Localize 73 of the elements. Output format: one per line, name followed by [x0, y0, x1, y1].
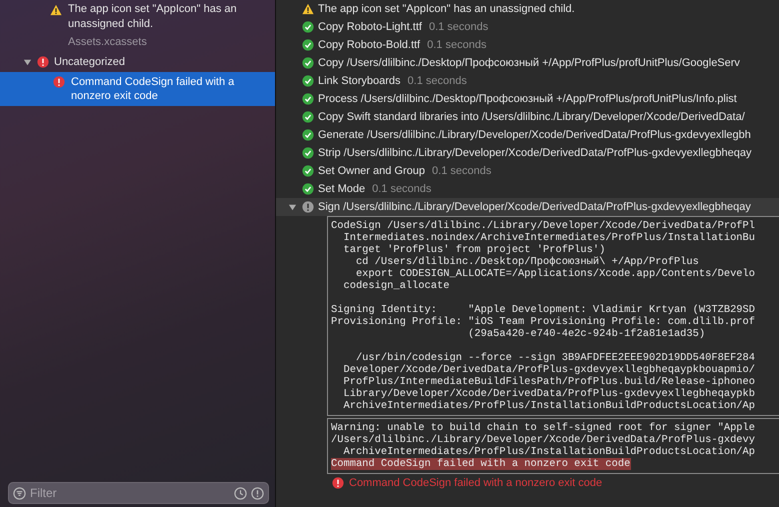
step-duration: 0.1 seconds: [408, 75, 467, 87]
expanded-triangle-icon[interactable]: [23, 58, 32, 66]
log-step[interactable]: Set Owner and Group 0.1 seconds: [276, 162, 779, 180]
error-icon: [332, 477, 344, 489]
log-line: ArchiveIntermediates/ProfPlus/InstallationBuildProductsLocation/Ap: [342, 446, 756, 458]
issue-row[interactable]: Command CodeSign failed with a nonzero exit code: [0, 72, 275, 106]
log-line: /usr/bin/codesign --force --sign 3B9AFDFEE2EEE902D19DD540F8EF284: [354, 352, 756, 364]
step-label: Set Mode: [318, 183, 366, 195]
log-line: Library/Developer/Xcode/DerivedData/ProfPlus-gxdevyexllegbheqaypkb: [342, 388, 756, 400]
step-label: Copy Roboto-Light.ttf: [318, 21, 422, 33]
log-line: Signing Identity: "Apple Development: Vladimir Krtyan (W3TZB29SD: [331, 304, 756, 316]
clock-icon[interactable]: [234, 486, 247, 500]
log-line: ProfPlus/IntermediateBuildFilesPath/ProfPlus.build/Release-iphoneo: [342, 376, 756, 388]
log-step[interactable]: The app icon set "AppIcon" has an unassigned child.: [276, 0, 779, 18]
step-label: Process /Users/dlilbinc./Desktop/Профсоюзный +/App/ProfPlus/profUnitPlus/Info.plist: [318, 93, 737, 105]
step-label: Sign /Users/dlilbinc./Library/Developer/Xcode/DerivedData/ProfPlus-gxdevyexllegbheqay: [318, 201, 751, 213]
step-label: Generate /Users/dlilbinc./Library/Developer/Xcode/DerivedData/ProfPlus-gxdevyexllegbh: [318, 129, 751, 141]
log-line: Provisioning Profile: "iOS Team Provisioning Profile: com.dlilb.prof: [331, 316, 756, 328]
log-line: (29a5a420-e740-4e2c-924b-1f2a81e1ad35): [467, 328, 706, 340]
checkmark-icon: [302, 93, 314, 105]
checkmark-icon: [302, 39, 314, 51]
log-step[interactable]: Copy /Users/dlilbinc./Desktop/Профсоюзный +/App/ProfPlus/profUnitPlus/GoogleServ: [276, 54, 779, 72]
log-step[interactable]: Copy Roboto-Light.ttf 0.1 seconds: [276, 18, 779, 36]
filter-field[interactable]: Filter: [8, 482, 269, 504]
step-label: The app icon set "AppIcon" has an unassigned child.: [318, 3, 575, 15]
log-step[interactable]: Strip /Users/dlilbinc./Library/Developer/Xcode/DerivedData/ProfPlus-gxdevyexllegbheqay: [276, 144, 779, 162]
step-label: Link Storyboards: [318, 75, 401, 87]
log-step[interactable]: Set Mode 0.1 seconds: [276, 180, 779, 198]
warning-filter-icon[interactable]: [251, 486, 264, 500]
warning-icon: [50, 4, 62, 16]
checkmark-icon: [302, 147, 314, 159]
error-icon: [302, 201, 314, 213]
issue-message[interactable]: The app icon set "AppIcon" has an unassigned child.: [68, 2, 267, 32]
step-duration: 0.1 seconds: [372, 183, 432, 195]
log-line: CodeSign /Users/dlilbinc./Library/Developer/Xcode/DerivedData/ProfPl: [331, 220, 756, 232]
issue-file: Assets.xcassets: [68, 35, 148, 50]
step-duration: 0.1 seconds: [432, 165, 492, 177]
filter-icon: [13, 486, 26, 500]
log-line: ArchiveIntermediates/ProfPlus/InstallationBuildProductsLocation/Ap: [342, 400, 756, 412]
checkmark-icon: [302, 57, 314, 69]
log-step[interactable]: Process /Users/dlilbinc./Desktop/Профсоюзный +/App/ProfPlus/profUnitPlus/Info.plist: [276, 90, 779, 108]
log-step[interactable]: Generate /Users/dlilbinc./Library/Developer/Xcode/DerivedData/ProfPlus-gxdevyexllegbh: [276, 126, 779, 144]
log-line: /Users/dlilbinc./Library/Developer/Xcode/DerivedData/ProfPlus-gxdevy: [331, 434, 756, 446]
error-icon: [53, 76, 65, 88]
log-step[interactable]: Copy Roboto-Bold.ttf 0.1 seconds: [276, 36, 779, 54]
checkmark-icon: [302, 183, 314, 195]
log-step[interactable]: Copy Swift standard libraries into /Users/dlilbinc./Library/Developer/Xcode/DerivedData/: [276, 108, 779, 126]
checkmark-icon: [302, 75, 314, 87]
step-label: Copy /Users/dlilbinc./Desktop/Профсоюзный +/App/ProfPlus/profUnitPlus/GoogleServ: [318, 57, 740, 69]
expanded-triangle-icon[interactable]: [288, 202, 297, 212]
log-step[interactable]: Sign /Users/dlilbinc./Library/Developer/Xcode/DerivedData/ProfPlus-gxdevyexllegbheqay: [276, 198, 779, 216]
filter-input[interactable]: Filter: [30, 486, 230, 500]
step-duration: 0.1 seconds: [428, 21, 488, 33]
checkmark-icon: [302, 165, 314, 177]
step-label: Set Owner and Group: [318, 165, 426, 177]
checkmark-icon: [302, 111, 314, 123]
group-label[interactable]: Uncategorized: [54, 56, 125, 68]
log-step[interactable]: Link Storyboards 0.1 seconds: [276, 72, 779, 90]
log-line: codesign_allocate: [342, 280, 450, 292]
log-line: Warning: unable to build chain to self-signed root for signer "Apple: [331, 422, 756, 434]
warning-icon: [302, 3, 314, 15]
checkmark-icon: [302, 129, 314, 141]
log-line: Intermediates.noindex/ArchiveIntermediates/ProfPlus/InstallationBu: [342, 232, 756, 244]
checkmark-icon: [302, 21, 314, 33]
log-line: target 'ProfPlus' from project 'ProfPlus'): [342, 244, 606, 256]
step-label: Strip /Users/dlilbinc./Library/Developer/Xcode/DerivedData/ProfPlus-gxdevyexllegbheqay: [318, 147, 752, 159]
log-line: Developer/Xcode/DerivedData/ProfPlus-gxdevyexllegbheqaypkbouapmio/: [342, 364, 756, 376]
step-duration: 0.1 seconds: [427, 39, 486, 51]
step-label: Copy Roboto-Bold.ttf: [318, 39, 420, 51]
log-line: export CODESIGN_ALLOCATE=/Applications/Xcode.app/Contents/Develo: [354, 268, 756, 280]
step-label: Copy Swift standard libraries into /Users/dlilbinc./Library/Developer/Xcode/DerivedData/: [318, 111, 745, 123]
log-line: cd /Users/dlilbinc./Desktop/Профсоюзный\ +/App/ProfPlus: [354, 256, 700, 268]
error-icon: [37, 56, 49, 68]
